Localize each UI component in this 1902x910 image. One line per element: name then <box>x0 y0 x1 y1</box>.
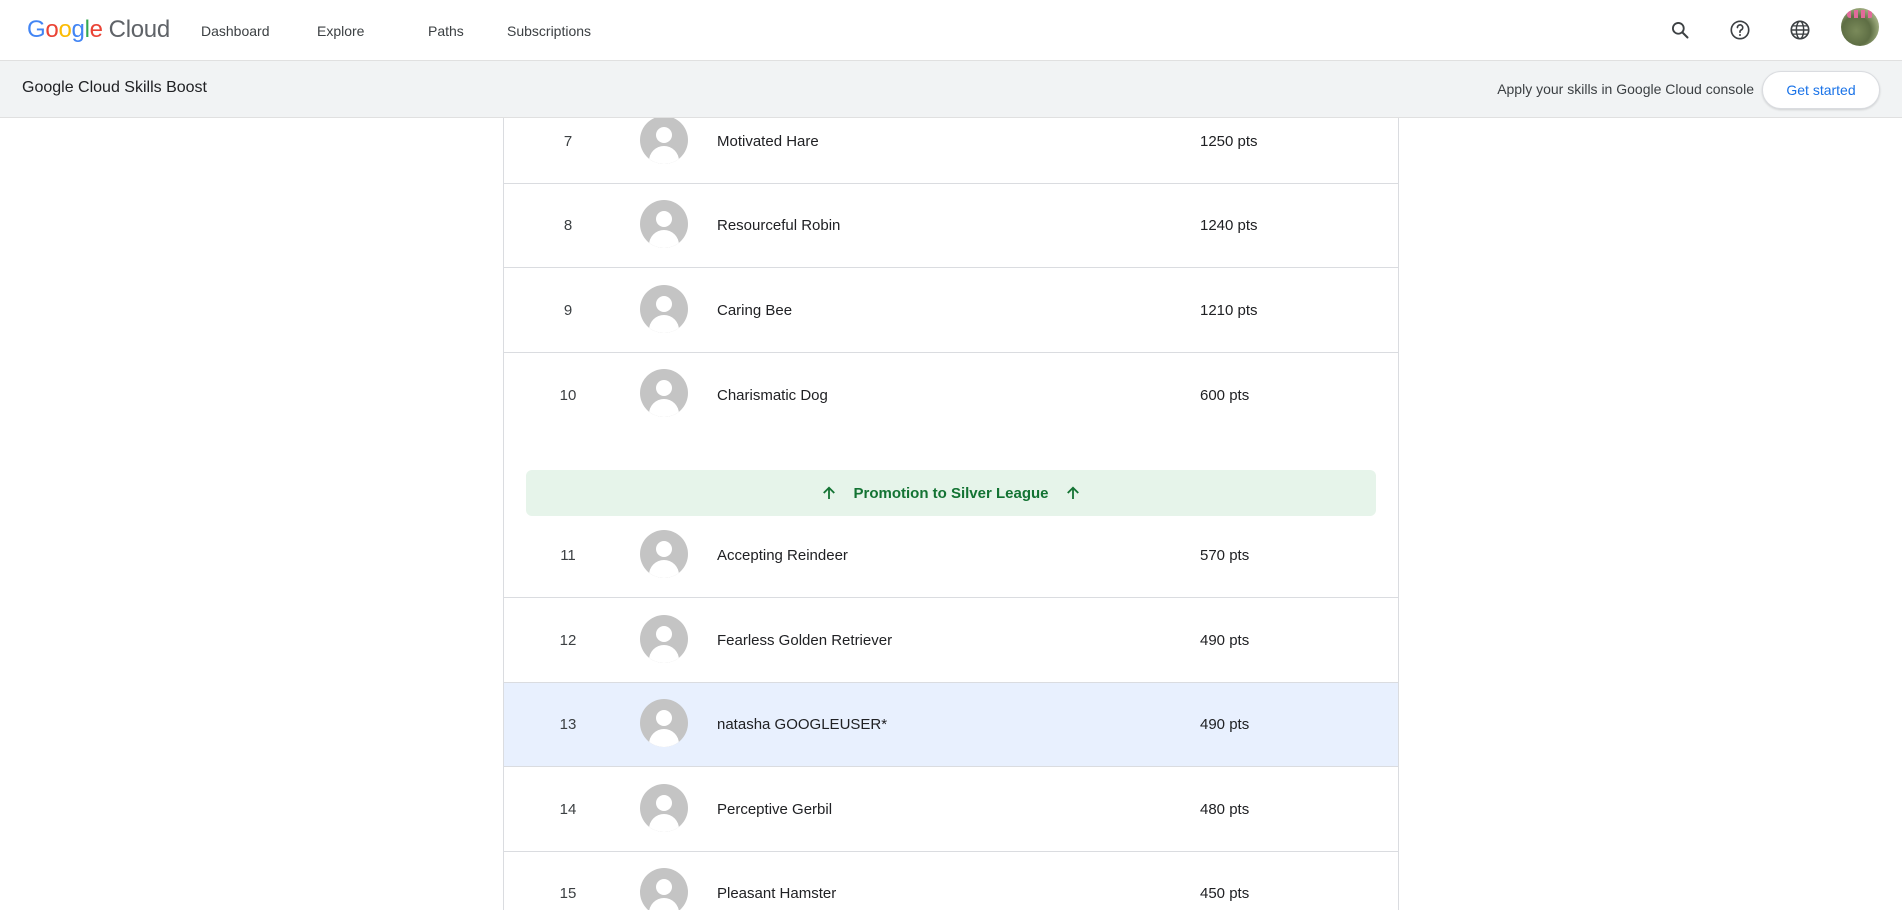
apply-skills-text: Apply your skills in Google Cloud consol… <box>1497 81 1754 97</box>
leaderboard-row: 8 Resourceful Robin 1240 pts <box>504 184 1398 268</box>
rank-number: 13 <box>559 716 577 733</box>
get-started-button[interactable]: Get started <box>1762 71 1880 109</box>
player-points: 450 pts <box>1200 885 1250 902</box>
rank-number: 8 <box>563 217 573 234</box>
default-avatar-icon <box>640 530 688 578</box>
top-navigation-bar: Google Cloud Dashboard Explore Paths Sub… <box>0 0 1902 61</box>
league-leaderboard: 7 Motivated Hare 1250 pts 8 Resourceful … <box>503 118 1399 910</box>
nav-paths-link[interactable]: Paths <box>428 0 464 61</box>
player-points: 570 pts <box>1200 547 1250 564</box>
player-name: natasha GOOGLEUSER* <box>717 716 888 733</box>
default-avatar-icon <box>640 118 688 164</box>
promotion-banner: Promotion to Silver League <box>526 470 1376 516</box>
rank-number: 12 <box>559 632 577 649</box>
default-avatar-icon <box>640 285 688 333</box>
player-name: Motivated Hare <box>717 133 819 150</box>
player-points: 480 pts <box>1200 801 1250 818</box>
default-avatar-icon <box>640 784 688 832</box>
default-avatar-icon <box>640 699 688 747</box>
logo-google-text: Google <box>27 16 103 43</box>
skills-boost-bar: Google Cloud Skills Boost Apply your ski… <box>0 61 1902 118</box>
help-icon[interactable] <box>1722 12 1758 48</box>
arrow-up-icon <box>819 483 839 503</box>
player-name: Charismatic Dog <box>717 386 828 404</box>
globe-icon[interactable] <box>1782 12 1818 48</box>
leaderboard-row: 12 Fearless Golden Retriever 490 pts <box>504 599 1398 683</box>
player-name: Accepting Reindeer <box>717 547 848 564</box>
default-avatar-icon <box>640 369 688 417</box>
leaderboard-row: 9 Caring Bee 1210 pts <box>504 269 1398 353</box>
player-name: Perceptive Gerbil <box>717 801 833 818</box>
current-user-row: 13 natasha GOOGLEUSER* 490 pts <box>504 683 1398 767</box>
nav-dashboard-link[interactable]: Dashboard <box>201 0 270 61</box>
default-avatar-icon <box>640 615 688 663</box>
arrow-up-icon <box>1063 483 1083 503</box>
player-points: 490 pts <box>1200 716 1250 733</box>
rank-number: 10 <box>559 386 577 404</box>
product-title: Google Cloud Skills Boost <box>22 79 207 96</box>
leaderboard-row: 10 Charismatic Dog 600 pts <box>504 353 1398 437</box>
rank-number: 14 <box>559 801 577 818</box>
player-points: 1210 pts <box>1200 302 1258 319</box>
player-points: 1240 pts <box>1200 217 1258 234</box>
search-icon[interactable] <box>1662 12 1698 48</box>
nav-explore-link[interactable]: Explore <box>317 0 364 61</box>
player-name: Resourceful Robin <box>717 217 841 234</box>
rank-number: 9 <box>563 302 573 319</box>
player-points: 490 pts <box>1200 632 1250 649</box>
player-name: Pleasant Hamster <box>717 885 837 902</box>
rank-number: 15 <box>559 885 577 902</box>
promotion-label: Promotion to Silver League <box>853 484 1049 502</box>
default-avatar-icon <box>640 868 688 910</box>
default-avatar-icon <box>640 200 688 248</box>
leaderboard-row: 15 Pleasant Hamster 450 pts <box>504 852 1398 910</box>
nav-subscriptions-link[interactable]: Subscriptions <box>507 0 591 61</box>
rank-number: 11 <box>560 547 576 564</box>
leaderboard-row: 7 Motivated Hare 1250 pts <box>504 118 1398 184</box>
player-name: Fearless Golden Retriever <box>717 632 893 649</box>
player-points: 600 pts <box>1200 386 1250 404</box>
logo-cloud-text: Cloud <box>108 16 171 43</box>
google-cloud-logo[interactable]: Google Cloud <box>27 16 170 46</box>
player-points: 1250 pts <box>1200 133 1258 150</box>
user-avatar[interactable] <box>1841 8 1879 46</box>
leaderboard-row: 14 Perceptive Gerbil 480 pts <box>504 768 1398 852</box>
rank-number: 7 <box>563 133 573 150</box>
leaderboard-row: 11 Accepting Reindeer 570 pts <box>504 514 1398 598</box>
player-name: Caring Bee <box>717 302 793 319</box>
